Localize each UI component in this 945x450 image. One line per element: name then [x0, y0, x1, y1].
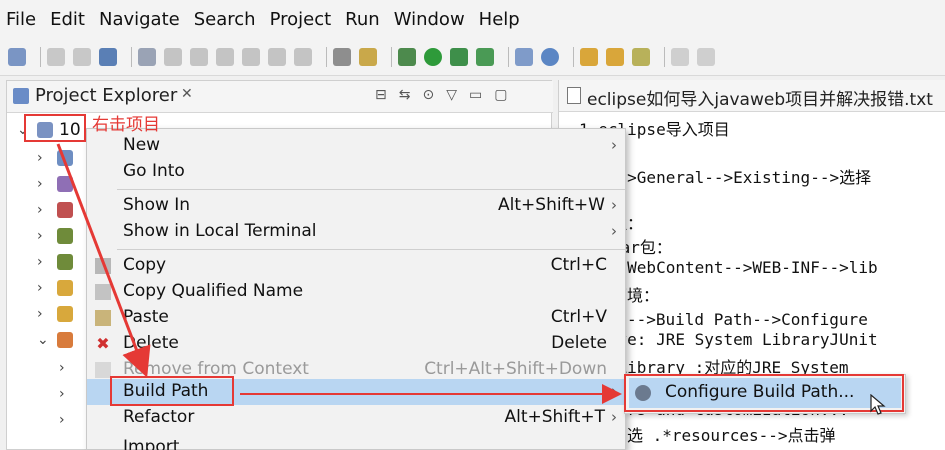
mouse-cursor-icon: [870, 394, 886, 415]
annotation-arrow: [56, 143, 151, 378]
annotation-arrows: [56, 143, 622, 404]
